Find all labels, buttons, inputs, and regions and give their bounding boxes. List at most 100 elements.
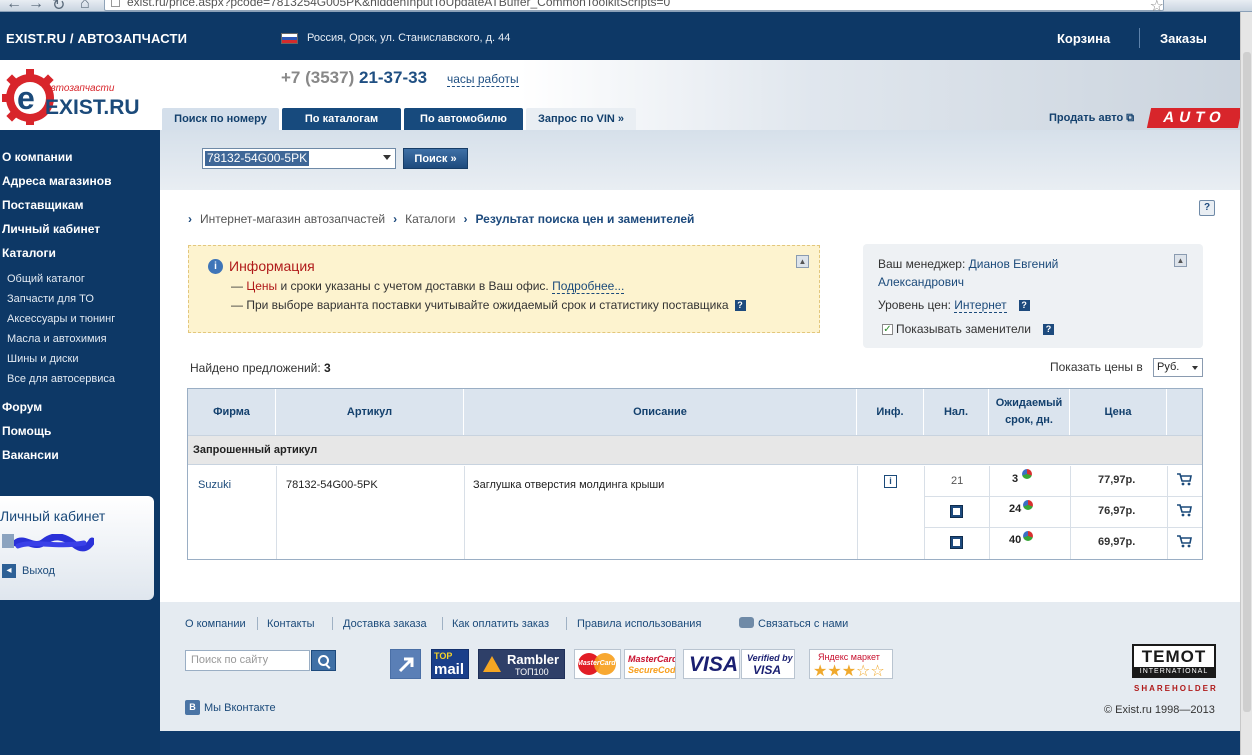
search-icon[interactable] <box>311 650 336 671</box>
temot-logo[interactable]: TEMOT INTERNATIONAL <box>1132 644 1216 678</box>
address-bar[interactable]: exist.ru/price.aspx?pcode=7813254G005PK&… <box>104 0 1164 11</box>
currency-select[interactable]: Руб. <box>1153 358 1203 377</box>
footer-link-contact-us[interactable]: Связаться с нами <box>758 618 848 630</box>
sidebar-item-help[interactable]: Помощь <box>2 424 51 438</box>
statistics-pie-icon[interactable] <box>1023 531 1033 541</box>
column-header-stock[interactable]: Нал. <box>924 389 989 435</box>
tab-by-car[interactable]: По автомобилю <box>404 108 523 130</box>
breadcrumb-separator: › <box>393 212 398 226</box>
price-level-line: Уровень цен: Интернет? <box>878 298 1030 313</box>
visa-badge[interactable]: VISA <box>683 649 740 679</box>
footer-link-delivery[interactable]: Доставка заказа <box>343 618 427 630</box>
orders-link[interactable]: Заказы <box>1160 31 1207 46</box>
mastercard-securecode-badge[interactable]: MasterCard. SecureCode. <box>624 649 676 679</box>
part-number-select[interactable]: 78132-54G00-5PK <box>202 148 396 169</box>
exit-icon[interactable]: ◂ <box>2 564 16 578</box>
price-cell: 69,97р. <box>1098 536 1136 548</box>
location-text[interactable]: Россия, Орск, ул. Станиславского, д. 44 <box>307 32 510 44</box>
tab-search-by-number[interactable]: Поиск по номеру <box>162 108 279 130</box>
sidebar-subitem-accessories[interactable]: Аксессуары и тюнинг <box>7 313 115 325</box>
more-link[interactable]: Подробнее... <box>552 279 625 294</box>
yandex-market-badge[interactable]: Яндекс маркет ★★★☆☆ <box>809 649 893 679</box>
sidebar-subitem-oils[interactable]: Масла и автохимия <box>7 333 107 345</box>
sidebar-item-cabinet[interactable]: Личный кабинет <box>2 222 100 236</box>
cart-link[interactable]: Корзина <box>1057 31 1110 46</box>
price-cell: 76,97р. <box>1098 505 1136 517</box>
exist-logo[interactable]: e автозапчасти EXIST.RU <box>0 64 150 126</box>
back-icon[interactable]: ← <box>6 0 22 11</box>
column-header-firm[interactable]: Фирма <box>188 389 276 435</box>
firm-link[interactable]: Suzuki <box>198 479 231 491</box>
sidebar-item-catalogs[interactable]: Каталоги <box>2 246 56 260</box>
cabinet-title: Личный кабинет <box>0 508 106 524</box>
breadcrumb-item-shop[interactable]: Интернет-магазин автозапчастей <box>200 212 385 226</box>
column-header-article[interactable]: Артикул <box>276 389 464 435</box>
site-brand[interactable]: EXIST.RU / АВТОЗАПЧАСТИ <box>6 31 187 46</box>
question-icon[interactable]: ? <box>1018 300 1030 312</box>
scrollbar-thumb[interactable] <box>1243 52 1251 712</box>
scrollbar[interactable] <box>1240 12 1252 755</box>
term-cell: 3 <box>1012 473 1019 485</box>
sidebar-subitem-maintenance[interactable]: Запчасти для ТО <box>7 293 94 305</box>
question-icon[interactable]: ? <box>1042 324 1054 336</box>
search-button[interactable]: Поиск » <box>403 148 468 169</box>
help-icon[interactable]: ? <box>1199 200 1215 216</box>
top-bar: EXIST.RU / АВТОЗАПЧАСТИ Россия, Орск, ул… <box>0 12 1240 60</box>
breadcrumb-item-catalogs[interactable]: Каталоги <box>405 212 455 226</box>
manager-panel: Ваш менеджер: Дианов Евгений Александров… <box>863 244 1203 348</box>
breadcrumb-separator: › <box>188 212 192 226</box>
forward-icon[interactable]: → <box>28 0 44 11</box>
sidebar-subitem-tires[interactable]: Шины и диски <box>7 353 78 365</box>
info-line-2: — При выборе варианта поставки учитывайт… <box>231 298 746 312</box>
footer-link-rules[interactable]: Правила использования <box>577 618 701 630</box>
auto-badge[interactable]: AUTO <box>1146 108 1243 128</box>
sidebar-subitem-service[interactable]: Все для автосервиса <box>7 373 115 385</box>
mastercard-badge[interactable]: MasterCard <box>574 649 621 679</box>
home-icon[interactable]: ⌂ <box>80 0 90 11</box>
rambler-badge[interactable]: Rambler ТОП100 <box>478 649 565 679</box>
column-header-cart <box>1167 389 1202 435</box>
footer-link-payment[interactable]: Как оплатить заказ <box>452 618 549 630</box>
add-to-cart-icon[interactable] <box>1176 535 1192 548</box>
tab-catalogs[interactable]: По каталогам <box>282 108 401 130</box>
footer-link-about[interactable]: О компании <box>185 618 246 630</box>
column-header-description[interactable]: Описание <box>464 389 857 435</box>
price-level-link[interactable]: Интернет <box>954 298 1007 313</box>
logout-link[interactable]: Выход <box>22 565 55 577</box>
vkontakte-link[interactable]: Мы Вконтакте <box>204 702 276 714</box>
add-to-cart-icon[interactable] <box>1176 473 1192 486</box>
arrow-badge[interactable] <box>390 649 421 679</box>
sidebar-item-vacancies[interactable]: Вакансии <box>2 448 59 462</box>
site-search-input[interactable]: Поиск по сайту <box>185 650 310 671</box>
working-hours-link[interactable]: часы работы <box>447 72 519 87</box>
collapse-manager-icon[interactable]: ▲ <box>1174 254 1187 267</box>
sidebar-subitem-general-catalog[interactable]: Общий каталог <box>7 273 85 285</box>
sidebar-item-stores[interactable]: Адреса магазинов <box>2 174 111 188</box>
info-icon[interactable]: i <box>884 475 897 488</box>
sell-car-link[interactable]: Продать авто ⧉ <box>1049 112 1134 125</box>
show-replacements-checkbox[interactable]: ✓ <box>882 324 893 336</box>
column-header-info[interactable]: Инф. <box>857 389 924 435</box>
column-header-term[interactable]: Ожидаемый срок, дн. <box>989 389 1070 435</box>
statistics-pie-icon[interactable] <box>1022 469 1032 479</box>
collapse-info-icon[interactable]: ▲ <box>796 255 809 268</box>
info-icon: i <box>208 259 223 274</box>
top-mail-badge[interactable]: TOP mail <box>431 649 469 679</box>
prices-link[interactable]: Цены <box>246 279 277 293</box>
manager-line: Ваш менеджер: Дианов Евгений <box>878 257 1059 271</box>
sidebar-item-suppliers[interactable]: Поставщикам <box>2 198 83 212</box>
footer-link-contacts[interactable]: Контакты <box>267 618 315 630</box>
tab-vin-request[interactable]: Запрос по VIN » <box>526 108 636 130</box>
add-to-cart-icon[interactable] <box>1176 504 1192 517</box>
manager-name[interactable]: Дианов Евгений <box>969 257 1059 271</box>
question-icon[interactable]: ? <box>734 300 746 312</box>
sidebar-item-about[interactable]: О компании <box>2 150 73 164</box>
bookmark-star-icon[interactable]: ☆ <box>1150 0 1164 11</box>
divider <box>1139 28 1140 48</box>
column-header-price[interactable]: Цена <box>1070 389 1167 435</box>
statistics-pie-icon[interactable] <box>1023 500 1033 510</box>
reload-icon[interactable]: ↻ <box>52 0 65 11</box>
sidebar-item-forum[interactable]: Форум <box>2 400 42 414</box>
verified-by-visa-badge[interactable]: Verified by VISA <box>741 649 795 679</box>
vkontakte-icon[interactable]: В <box>185 700 200 715</box>
